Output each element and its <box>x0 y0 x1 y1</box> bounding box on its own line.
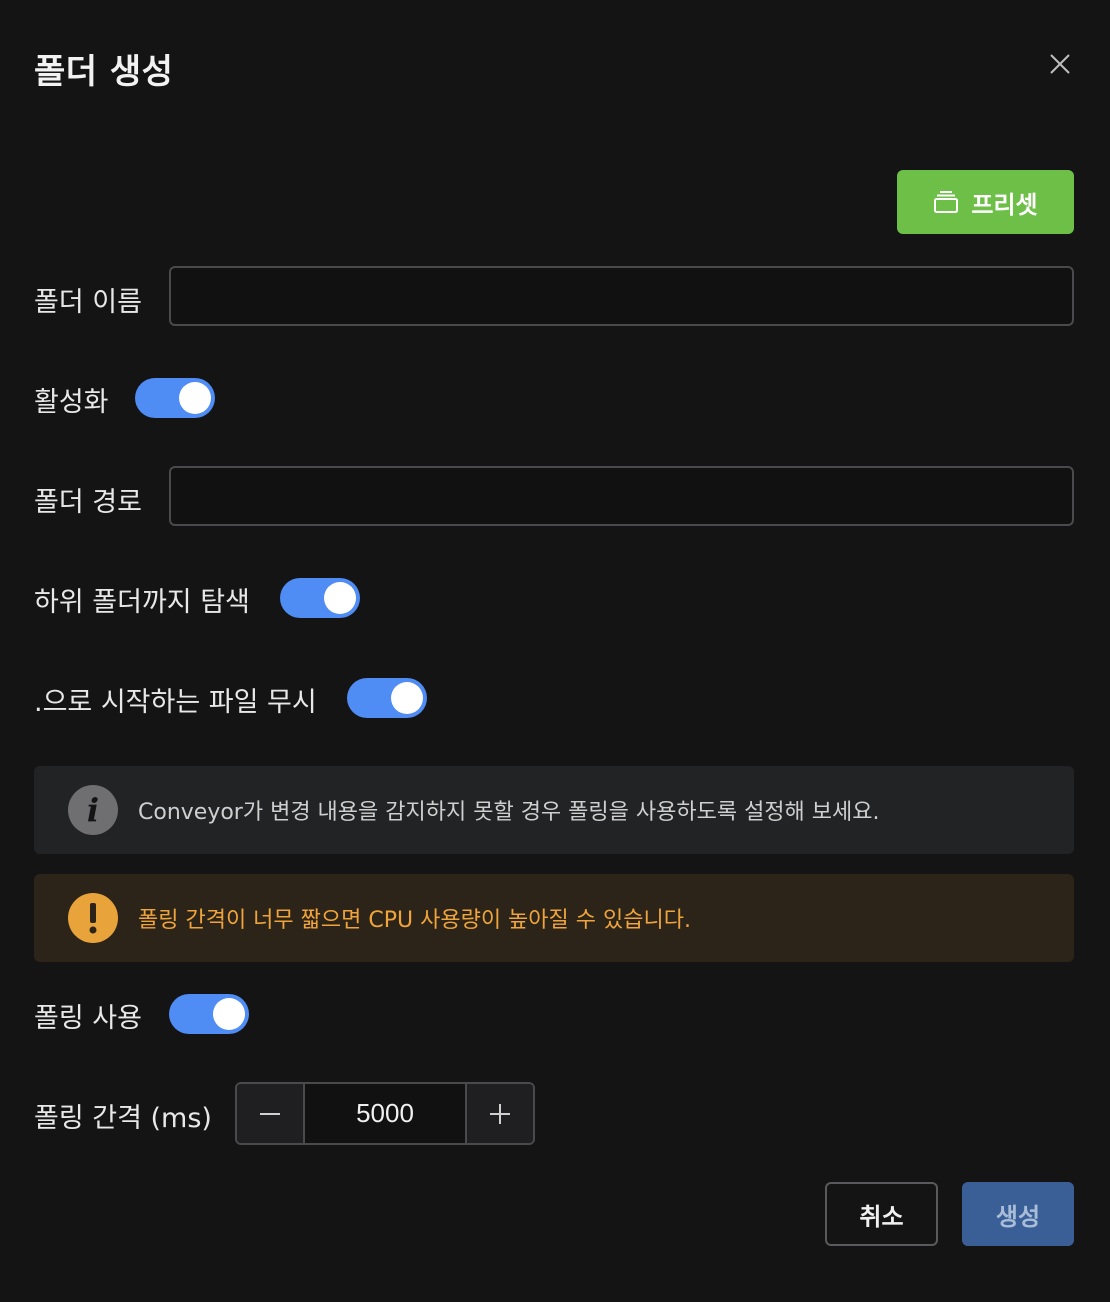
polling-interval-stepper: 5000 <box>235 1082 535 1145</box>
recursive-toggle[interactable] <box>280 578 360 618</box>
polling-interval-label: 폴링 간격 (ms) <box>34 1103 212 1134</box>
decrement-button[interactable] <box>237 1084 305 1143</box>
dialog-title: 폴더 생성 <box>34 52 174 92</box>
close-icon <box>1050 54 1070 74</box>
svg-text:i: i <box>87 791 99 829</box>
toggle-knob <box>391 682 423 714</box>
folder-path-input[interactable] <box>169 466 1074 526</box>
create-folder-dialog: 폴더 생성 프리셋 폴더 이름 활성화 폴더 경로 하위 폴더까지 탐색 .으로… <box>0 0 1110 1302</box>
toggle-knob <box>213 998 245 1030</box>
info-alert: i Conveyor가 변경 내용을 감지하지 못할 경우 폴링을 사용하도록 … <box>34 766 1074 854</box>
increment-button[interactable] <box>465 1084 533 1143</box>
folder-name-input[interactable] <box>169 266 1074 326</box>
ignore-dotfiles-toggle[interactable] <box>347 678 427 718</box>
polling-toggle[interactable] <box>169 994 249 1034</box>
enabled-label: 활성화 <box>34 387 109 418</box>
toggle-knob <box>324 582 356 614</box>
polling-interval-value[interactable]: 5000 <box>305 1084 465 1143</box>
toggle-knob <box>179 382 211 414</box>
minus-icon <box>260 1112 280 1115</box>
cancel-button[interactable]: 취소 <box>825 1182 938 1246</box>
folder-stack-icon <box>934 191 959 213</box>
folder-path-label: 폴더 경로 <box>34 487 142 518</box>
preset-button[interactable]: 프리셋 <box>897 170 1074 234</box>
ignore-dotfiles-label: .으로 시작하는 파일 무시 <box>34 687 317 718</box>
warning-icon <box>68 893 118 943</box>
polling-label: 폴링 사용 <box>34 1003 142 1034</box>
warning-alert: 폴링 간격이 너무 짧으면 CPU 사용량이 높아질 수 있습니다. <box>34 874 1074 962</box>
info-icon: i <box>68 785 118 835</box>
recursive-label: 하위 폴더까지 탐색 <box>34 587 250 618</box>
info-alert-text: Conveyor가 변경 내용을 감지하지 못할 경우 폴링을 사용하도록 설정… <box>138 800 880 825</box>
plus-icon <box>490 1103 510 1124</box>
folder-name-label: 폴더 이름 <box>34 287 142 318</box>
warning-alert-text: 폴링 간격이 너무 짧으면 CPU 사용량이 높아질 수 있습니다. <box>138 908 691 933</box>
preset-button-label: 프리셋 <box>971 190 1038 219</box>
close-button[interactable] <box>1044 48 1076 80</box>
create-button[interactable]: 생성 <box>962 1182 1074 1246</box>
enabled-toggle[interactable] <box>135 378 215 418</box>
